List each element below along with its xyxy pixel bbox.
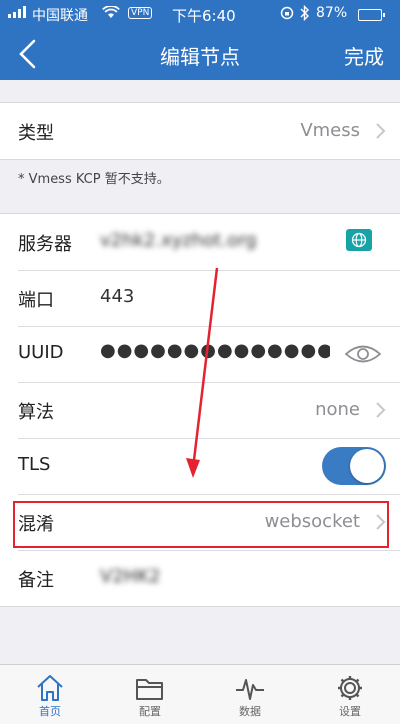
tls-row: TLS [0,438,400,494]
wifi-icon [102,5,120,23]
signal-icon [8,5,26,21]
eye-icon[interactable] [344,343,382,365]
algorithm-label: 算法 [18,402,54,423]
port-row[interactable]: 端口 443 [0,270,400,326]
tab-data[interactable]: 数据 [200,665,300,724]
gear-icon [338,676,362,700]
status-time: 下午6:40 [172,7,236,25]
tab-bar: 首页 配置 数据 设置 [0,664,400,724]
toggle-knob [350,449,384,483]
obfs-value: websocket [264,511,360,532]
server-section: 服务器 v2hk2.xyzhot.org 端口 443 UUID ●●●●●●●… [0,213,400,607]
page-title: 编辑节点 [160,45,240,69]
done-button[interactable]: 完成 [344,41,384,70]
obfs-row[interactable]: 混淆 websocket [0,494,400,550]
globe-icon [351,232,367,248]
server-row[interactable]: 服务器 v2hk2.xyzhot.org [0,214,400,270]
server-label: 服务器 [18,234,72,255]
home-icon [37,675,63,701]
globe-button[interactable] [346,229,372,251]
algorithm-value: none [315,399,360,420]
uuid-input[interactable]: ●●●●●●●●●●●●●●●●●●●… [100,340,330,361]
chevron-right-icon [376,514,386,530]
battery-percent: 87% [316,5,348,21]
folder-icon [136,679,163,700]
bluetooth-icon [300,4,310,25]
server-input[interactable]: v2hk2.xyzhot.org [100,230,257,251]
type-note: * Vmess KCP 暂不支持。 [18,172,170,187]
vpn-badge: VPN [128,7,153,19]
uuid-row[interactable]: UUID ●●●●●●●●●●●●●●●●●●●… [0,326,400,382]
remark-label: 备注 [18,570,54,591]
algorithm-row[interactable]: 算法 none [0,382,400,438]
type-section: 类型 Vmess [0,102,400,160]
type-value: Vmess [300,120,360,141]
tls-label: TLS [18,454,51,475]
back-button[interactable] [16,39,40,69]
chevron-left-icon [19,39,36,69]
type-row[interactable]: 类型 Vmess [0,103,400,159]
remark-input[interactable]: V2HK2 [100,566,161,587]
status-bar: 中国联通 VPN 下午6:40 87% [0,0,400,28]
tab-settings-label: 设置 [339,705,361,718]
battery-icon [358,8,385,24]
pulse-icon [236,679,264,700]
tab-home[interactable]: 首页 [0,665,100,724]
carrier-label: 中国联通 [32,8,88,24]
tab-home-label: 首页 [39,705,61,718]
navigation-bar: 编辑节点 完成 [0,28,400,80]
remark-row[interactable]: 备注 V2HK2 [0,550,400,606]
chevron-right-icon [376,123,386,139]
type-label: 类型 [18,123,54,144]
obfs-label: 混淆 [18,514,54,535]
tab-config-label: 配置 [139,705,161,718]
tab-settings[interactable]: 设置 [300,665,400,724]
port-input[interactable]: 443 [100,286,134,307]
port-label: 端口 [18,290,54,311]
tab-data-label: 数据 [239,705,261,718]
tls-toggle[interactable] [322,447,386,485]
chevron-right-icon [376,402,386,418]
rotation-lock-icon [280,6,294,24]
uuid-label: UUID [18,342,64,363]
tab-config[interactable]: 配置 [100,665,200,724]
